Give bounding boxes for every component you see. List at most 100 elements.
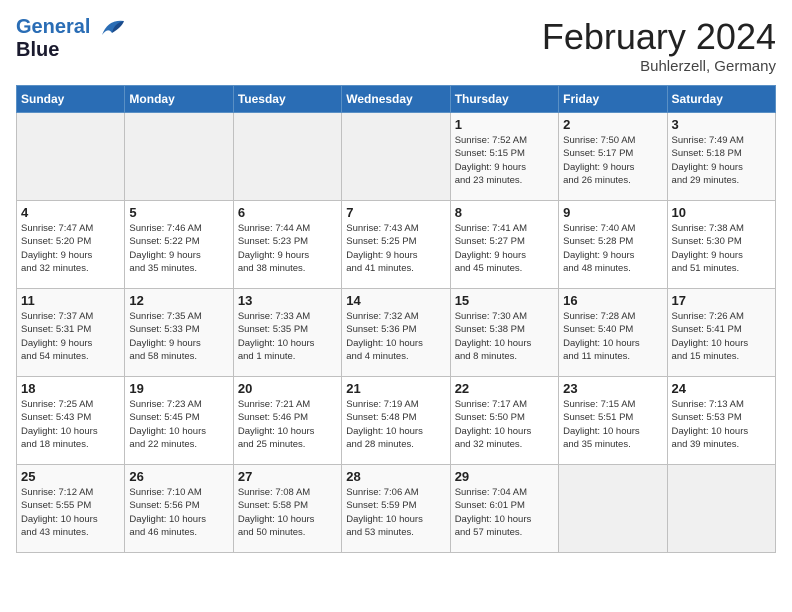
day-info: Sunrise: 7:12 AM Sunset: 5:55 PM Dayligh… — [21, 486, 120, 539]
day-info: Sunrise: 7:37 AM Sunset: 5:31 PM Dayligh… — [21, 310, 120, 363]
day-info: Sunrise: 7:17 AM Sunset: 5:50 PM Dayligh… — [455, 398, 554, 451]
day-number: 25 — [21, 469, 120, 484]
day-info: Sunrise: 7:47 AM Sunset: 5:20 PM Dayligh… — [21, 222, 120, 275]
calendar-week-row: 11 Sunrise: 7:37 AM Sunset: 5:31 PM Dayli… — [17, 289, 776, 377]
day-number: 15 — [455, 293, 554, 308]
page-header: General Blue February 2024 Buhlerzell, G… — [16, 16, 776, 75]
calendar-day-cell: 28Sunrise: 7:06 AM Sunset: 5:59 PM Dayli… — [342, 465, 450, 553]
column-header-monday: Monday — [125, 86, 233, 113]
day-number: 27 — [238, 469, 337, 484]
calendar-day-cell: 14 Sunrise: 7:32 AM Sunset: 5:36 PM Dayli… — [342, 289, 450, 377]
day-number: 13 — [238, 293, 337, 308]
calendar-day-cell: 5Sunrise: 7:46 AM Sunset: 5:22 PM Daylig… — [125, 201, 233, 289]
calendar-day-cell: 8 Sunrise: 7:41 AM Sunset: 5:27 PM Daylig… — [450, 201, 558, 289]
calendar-body: 1 Sunrise: 7:52 AM Sunset: 5:15 PM Daylig… — [17, 113, 776, 553]
logo: General Blue — [16, 16, 126, 62]
day-info: Sunrise: 7:44 AM Sunset: 5:23 PM Dayligh… — [238, 222, 337, 275]
day-info: Sunrise: 7:26 AM Sunset: 5:41 PM Dayligh… — [672, 310, 771, 363]
day-number: 14 — [346, 293, 445, 308]
day-number: 18 — [21, 381, 120, 396]
calendar-day-cell: 27 Sunrise: 7:08 AM Sunset: 5:58 PM Dayli… — [233, 465, 341, 553]
calendar-week-row: 18Sunrise: 7:25 AM Sunset: 5:43 PM Dayli… — [17, 377, 776, 465]
day-info: Sunrise: 7:04 AM Sunset: 6:01 PM Dayligh… — [455, 486, 554, 539]
column-header-sunday: Sunday — [17, 86, 125, 113]
day-info: Sunrise: 7:43 AM Sunset: 5:25 PM Dayligh… — [346, 222, 445, 275]
calendar-week-row: 4 Sunrise: 7:47 AM Sunset: 5:20 PM Daylig… — [17, 201, 776, 289]
column-header-friday: Friday — [559, 86, 667, 113]
day-number: 10 — [672, 205, 771, 220]
day-info: Sunrise: 7:21 AM Sunset: 5:46 PM Dayligh… — [238, 398, 337, 451]
calendar-day-cell: 3Sunrise: 7:49 AM Sunset: 5:18 PM Daylig… — [667, 113, 775, 201]
calendar-day-cell: 25 Sunrise: 7:12 AM Sunset: 5:55 PM Dayli… — [17, 465, 125, 553]
day-info: Sunrise: 7:23 AM Sunset: 5:45 PM Dayligh… — [129, 398, 228, 451]
calendar-day-cell: 6 Sunrise: 7:44 AM Sunset: 5:23 PM Daylig… — [233, 201, 341, 289]
day-info: Sunrise: 7:33 AM Sunset: 5:35 PM Dayligh… — [238, 310, 337, 363]
calendar-day-cell: 15 Sunrise: 7:30 AM Sunset: 5:38 PM Dayli… — [450, 289, 558, 377]
empty-day-cell — [342, 113, 450, 201]
day-number: 29 — [455, 469, 554, 484]
calendar-day-cell: 29 Sunrise: 7:04 AM Sunset: 6:01 PM Dayli… — [450, 465, 558, 553]
day-info: Sunrise: 7:32 AM Sunset: 5:36 PM Dayligh… — [346, 310, 445, 363]
calendar-week-row: 1 Sunrise: 7:52 AM Sunset: 5:15 PM Daylig… — [17, 113, 776, 201]
column-header-saturday: Saturday — [667, 86, 775, 113]
calendar-day-cell: 1 Sunrise: 7:52 AM Sunset: 5:15 PM Daylig… — [450, 113, 558, 201]
empty-day-cell — [559, 465, 667, 553]
day-number: 22 — [455, 381, 554, 396]
day-number: 20 — [238, 381, 337, 396]
calendar-day-cell: 4 Sunrise: 7:47 AM Sunset: 5:20 PM Daylig… — [17, 201, 125, 289]
title-block: February 2024 Buhlerzell, Germany — [542, 16, 776, 75]
calendar-day-cell: 20 Sunrise: 7:21 AM Sunset: 5:46 PM Dayli… — [233, 377, 341, 465]
calendar-day-cell: 11 Sunrise: 7:37 AM Sunset: 5:31 PM Dayli… — [17, 289, 125, 377]
day-number: 7 — [346, 205, 445, 220]
calendar-day-cell: 24Sunrise: 7:13 AM Sunset: 5:53 PM Dayli… — [667, 377, 775, 465]
day-number: 11 — [21, 293, 120, 308]
day-number: 19 — [129, 381, 228, 396]
calendar-day-cell: 21 Sunrise: 7:19 AM Sunset: 5:48 PM Dayli… — [342, 377, 450, 465]
day-number: 1 — [455, 117, 554, 132]
day-info: Sunrise: 7:40 AM Sunset: 5:28 PM Dayligh… — [563, 222, 662, 275]
location: Buhlerzell, Germany — [542, 58, 776, 75]
calendar-day-cell: 23Sunrise: 7:15 AM Sunset: 5:51 PM Dayli… — [559, 377, 667, 465]
day-number: 8 — [455, 205, 554, 220]
month-title: February 2024 — [542, 16, 776, 58]
calendar-day-cell: 7 Sunrise: 7:43 AM Sunset: 5:25 PM Daylig… — [342, 201, 450, 289]
calendar-day-cell: 10 Sunrise: 7:38 AM Sunset: 5:30 PM Dayli… — [667, 201, 775, 289]
calendar-week-row: 25 Sunrise: 7:12 AM Sunset: 5:55 PM Dayli… — [17, 465, 776, 553]
day-number: 6 — [238, 205, 337, 220]
day-number: 4 — [21, 205, 120, 220]
day-info: Sunrise: 7:41 AM Sunset: 5:27 PM Dayligh… — [455, 222, 554, 275]
empty-day-cell — [17, 113, 125, 201]
calendar-day-cell: 2Sunrise: 7:50 AM Sunset: 5:17 PM Daylig… — [559, 113, 667, 201]
day-number: 28 — [346, 469, 445, 484]
calendar-day-cell: 26 Sunrise: 7:10 AM Sunset: 5:56 PM Dayli… — [125, 465, 233, 553]
column-header-thursday: Thursday — [450, 86, 558, 113]
calendar-day-cell: 18Sunrise: 7:25 AM Sunset: 5:43 PM Dayli… — [17, 377, 125, 465]
day-info: Sunrise: 7:38 AM Sunset: 5:30 PM Dayligh… — [672, 222, 771, 275]
logo-text: General — [16, 16, 126, 39]
day-number: 12 — [129, 293, 228, 308]
day-number: 26 — [129, 469, 228, 484]
calendar-day-cell: 12 Sunrise: 7:35 AM Sunset: 5:33 PM Dayli… — [125, 289, 233, 377]
day-info: Sunrise: 7:30 AM Sunset: 5:38 PM Dayligh… — [455, 310, 554, 363]
calendar-day-cell: 19 Sunrise: 7:23 AM Sunset: 5:45 PM Dayli… — [125, 377, 233, 465]
day-number: 9 — [563, 205, 662, 220]
day-number: 3 — [672, 117, 771, 132]
day-info: Sunrise: 7:08 AM Sunset: 5:58 PM Dayligh… — [238, 486, 337, 539]
day-info: Sunrise: 7:28 AM Sunset: 5:40 PM Dayligh… — [563, 310, 662, 363]
logo-bird-icon — [98, 17, 126, 39]
calendar-day-cell: 22 Sunrise: 7:17 AM Sunset: 5:50 PM Dayli… — [450, 377, 558, 465]
day-info: Sunrise: 7:10 AM Sunset: 5:56 PM Dayligh… — [129, 486, 228, 539]
calendar-table: SundayMondayTuesdayWednesdayThursdayFrid… — [16, 85, 776, 553]
day-info: Sunrise: 7:35 AM Sunset: 5:33 PM Dayligh… — [129, 310, 228, 363]
empty-day-cell — [125, 113, 233, 201]
day-info: Sunrise: 7:52 AM Sunset: 5:15 PM Dayligh… — [455, 134, 554, 187]
day-info: Sunrise: 7:19 AM Sunset: 5:48 PM Dayligh… — [346, 398, 445, 451]
empty-day-cell — [233, 113, 341, 201]
day-number: 23 — [563, 381, 662, 396]
day-number: 17 — [672, 293, 771, 308]
day-number: 16 — [563, 293, 662, 308]
column-header-wednesday: Wednesday — [342, 86, 450, 113]
calendar-header-row: SundayMondayTuesdayWednesdayThursdayFrid… — [17, 86, 776, 113]
calendar-day-cell: 9 Sunrise: 7:40 AM Sunset: 5:28 PM Daylig… — [559, 201, 667, 289]
day-number: 21 — [346, 381, 445, 396]
